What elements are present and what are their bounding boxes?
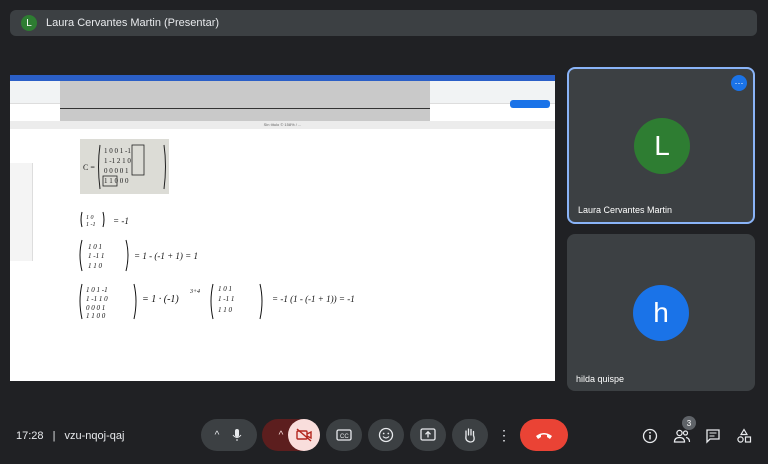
hang-up-icon xyxy=(536,433,552,439)
svg-text:0 0 0 1: 0 0 0 1 xyxy=(86,304,105,312)
chevron-up-icon[interactable]: ^ xyxy=(215,430,220,441)
svg-text:1 -1 1: 1 -1 1 xyxy=(88,252,104,260)
meeting-info: 17:28 | vzu-nqoj-qaj xyxy=(16,430,124,442)
svg-text:1 1 0: 1 1 0 xyxy=(88,262,103,270)
people-icon[interactable] xyxy=(673,427,691,445)
captions-icon: CC xyxy=(336,429,352,441)
svg-text:1 0 1: 1 0 1 xyxy=(88,243,102,251)
more-options-icon[interactable]: ⋯ xyxy=(731,75,747,91)
svg-text:CC: CC xyxy=(340,434,349,440)
leave-call-button[interactable] xyxy=(520,419,568,451)
captions-button[interactable]: CC xyxy=(326,419,362,451)
svg-text:1 1 0 0: 1 1 0 0 xyxy=(86,312,106,320)
presenter-avatar: L xyxy=(21,15,37,31)
camera-off-icon xyxy=(296,428,312,442)
separator: | xyxy=(52,430,56,442)
eq3-result: = -1 (1 - (-1 + 1)) = -1 xyxy=(272,294,355,304)
reactions-button[interactable] xyxy=(368,419,404,451)
clock-time: 17:28 xyxy=(16,430,44,442)
presenter-title: Laura Cervantes Martin (Presentar) xyxy=(46,17,220,29)
present-screen-button[interactable] xyxy=(410,419,446,451)
chevron-up-icon[interactable]: ^ xyxy=(279,430,284,441)
raise-hand-button[interactable] xyxy=(452,419,488,451)
eq1-result: = -1 xyxy=(113,216,129,226)
svg-text:1 0 1: 1 0 1 xyxy=(218,285,232,293)
hand-icon xyxy=(465,428,475,443)
svg-text:1 0 1 -1: 1 0 1 -1 xyxy=(86,286,108,294)
handwriting-canvas: 1 0 1 -1 = -1 1 0 1 1 -1 1 1 1 0 = 1 - (… xyxy=(79,211,355,320)
meeting-code: vzu-nqoj-qaj xyxy=(64,430,125,442)
activities-icon[interactable] xyxy=(735,427,753,445)
participant-name: hilda quispe xyxy=(576,374,625,384)
participant-avatar: L xyxy=(634,118,690,174)
participant-tile-hilda[interactable]: h hilda quispe xyxy=(567,234,755,391)
eq2-result: = 1 - (-1 + 1) = 1 xyxy=(134,251,198,261)
shared-screen[interactable]: Sin título © 158% / ... C = 1 0 0 1 -1 1… xyxy=(10,75,555,381)
eq3-factor: = 1 · (-1) xyxy=(142,294,179,305)
svg-text:1 -1 1 0: 1 -1 1 0 xyxy=(86,295,108,303)
chat-icon[interactable] xyxy=(704,427,722,445)
participant-tile-laura[interactable]: ⋯ L Laura Cervantes Martin xyxy=(567,67,755,224)
participant-avatar: h xyxy=(633,285,689,341)
emoji-icon xyxy=(378,427,394,443)
svg-text:1 -1: 1 -1 xyxy=(86,222,96,228)
present-icon xyxy=(420,428,436,441)
svg-text:1 1 0: 1 1 0 xyxy=(218,306,233,314)
camera-off-button[interactable] xyxy=(288,419,320,451)
svg-text:1 -1 1: 1 -1 1 xyxy=(218,295,234,303)
svg-text:1 0: 1 0 xyxy=(86,215,94,221)
eq3-exponent: 3+4 xyxy=(189,288,200,295)
participant-name: Laura Cervantes Martin xyxy=(578,205,673,215)
microphone-icon xyxy=(232,429,242,441)
mic-control[interactable]: ^ xyxy=(201,419,257,451)
presenter-bar: L Laura Cervantes Martin (Presentar) xyxy=(10,10,757,36)
meeting-details-icon[interactable] xyxy=(641,427,659,445)
meeting-controls: 17:28 | vzu-nqoj-qaj ^ ^ CC ⋮ 3 xyxy=(0,416,768,455)
more-options-button[interactable]: ⋮ xyxy=(494,419,514,451)
more-vert-icon: ⋮ xyxy=(497,426,511,443)
